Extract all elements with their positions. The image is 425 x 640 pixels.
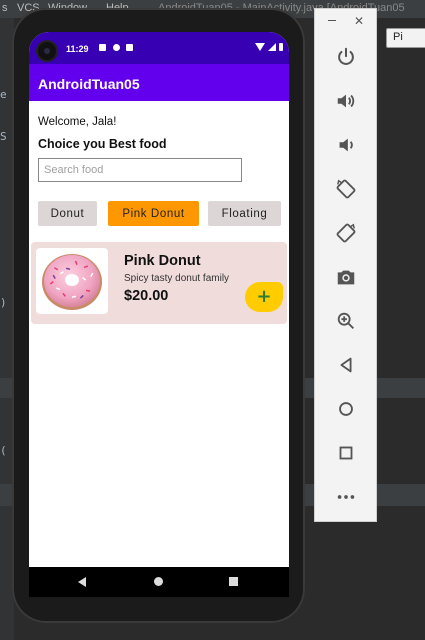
chip-floating[interactable]: Floating: [208, 201, 281, 226]
screenshot-button[interactable]: [332, 263, 360, 291]
run-config-tab[interactable]: Pi: [386, 28, 425, 48]
emulator-toolbar: ✕: [314, 8, 377, 522]
minimize-icon[interactable]: [328, 20, 336, 21]
home-icon: [339, 402, 353, 416]
ide-menu-item[interactable]: s: [2, 2, 8, 14]
volume-up-button[interactable]: [332, 87, 360, 115]
app-title: AndroidTuan05: [38, 76, 140, 92]
overview-icon: [339, 446, 353, 460]
wifi-icon: [255, 43, 265, 51]
food-card[interactable]: Pink Donut Spicy tasty donut family $20.…: [31, 242, 287, 324]
volume-up-icon: [337, 94, 355, 108]
power-icon: [338, 47, 354, 65]
rotate-left-button[interactable]: [332, 175, 360, 203]
welcome-text: Welcome, Jala!: [38, 116, 117, 128]
battery-icon: [279, 43, 283, 51]
volume-down-icon: [339, 138, 353, 152]
nav-home-icon[interactable]: [154, 577, 163, 586]
camera-icon: [337, 270, 355, 285]
back-icon: [340, 357, 352, 373]
donut-image: [36, 248, 108, 314]
signal-icon: [268, 43, 276, 51]
chip-pink-donut[interactable]: Pink Donut: [108, 201, 199, 226]
headline-text: Choice you Best food: [38, 137, 167, 151]
food-description: Spicy tasty donut family: [124, 273, 230, 284]
sd-card-icon: [126, 44, 133, 51]
front-camera: [38, 42, 56, 60]
food-price: $20.00: [124, 288, 169, 304]
close-icon[interactable]: ✕: [354, 15, 364, 27]
notification-icon: [113, 44, 120, 51]
add-to-cart-button[interactable]: +: [245, 282, 283, 312]
status-icons: [255, 43, 283, 51]
rotate-right-button[interactable]: [332, 219, 360, 247]
status-time: 11:29: [66, 44, 89, 54]
search-input[interactable]: [38, 158, 242, 182]
app-bar: AndroidTuan05: [29, 64, 289, 101]
status-bar: 11:29: [29, 32, 289, 64]
more-icon: [337, 495, 355, 499]
ide-code-fragment: e: [0, 88, 7, 101]
donut-picture: [42, 254, 102, 310]
device-screen: 11:29 AndroidTuan05 Welcome, Jala! Choic…: [29, 32, 289, 567]
nav-recents-icon[interactable]: [229, 577, 238, 586]
home-button[interactable]: [332, 395, 360, 423]
more-button[interactable]: [332, 483, 360, 511]
rotate-right-icon: [336, 223, 356, 243]
overview-button[interactable]: [332, 439, 360, 467]
power-button[interactable]: [332, 43, 360, 71]
chip-donut[interactable]: Donut: [38, 201, 97, 226]
ide-code-fragment: S: [0, 130, 7, 143]
zoom-icon: [337, 312, 354, 329]
nav-back-icon[interactable]: [78, 577, 86, 587]
notification-icon: [99, 44, 106, 51]
food-name: Pink Donut: [124, 253, 201, 269]
zoom-button[interactable]: [332, 307, 360, 335]
ide-code-fragment: (: [0, 444, 7, 457]
volume-down-button[interactable]: [332, 131, 360, 159]
back-button[interactable]: [332, 351, 360, 379]
system-nav-bar: [29, 567, 289, 597]
ide-code-fragment: ): [0, 296, 7, 309]
run-config-label: Pi: [393, 31, 403, 43]
rotate-left-icon: [336, 179, 356, 199]
